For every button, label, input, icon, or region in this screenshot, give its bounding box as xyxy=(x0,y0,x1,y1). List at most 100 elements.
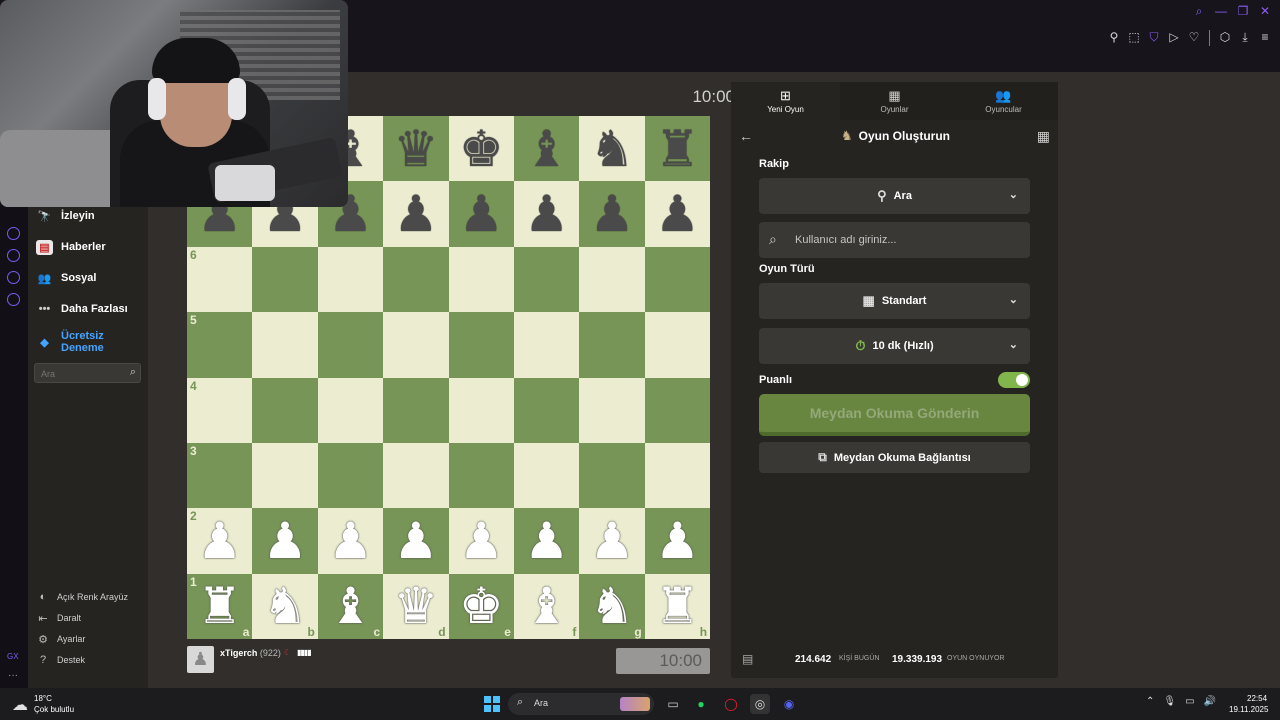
black-pawn-icon[interactable]: ♟ xyxy=(459,189,504,239)
board-square[interactable]: ♟ xyxy=(513,181,580,247)
discord-icon[interactable]: ◉ xyxy=(779,694,799,714)
white-bishop-icon[interactable]: ♝ xyxy=(328,581,373,631)
board-square[interactable] xyxy=(579,442,645,509)
black-rook-icon[interactable]: ♜ xyxy=(655,124,700,174)
board-square[interactable] xyxy=(513,442,580,509)
board-square[interactable]: ♚ e xyxy=(448,573,514,640)
black-pawn-icon[interactable]: ♟ xyxy=(590,189,635,239)
board-square[interactable]: 5 xyxy=(187,312,253,378)
pin-icon[interactable]: ⚲ xyxy=(1107,30,1121,46)
board-square[interactable] xyxy=(448,246,514,313)
board-square[interactable]: ♟ xyxy=(252,508,318,574)
board-square[interactable]: ♟ xyxy=(513,508,580,574)
white-knight-icon[interactable]: ♞ xyxy=(263,581,308,631)
game-type-select[interactable]: ▦ Standart ⌄ xyxy=(759,283,1030,319)
board-square[interactable] xyxy=(644,442,711,509)
board-square[interactable] xyxy=(383,442,449,509)
shield-icon[interactable]: ⛉ xyxy=(1147,30,1161,46)
weather-desc[interactable]: Çok bulutlu xyxy=(34,705,74,714)
microphone-icon[interactable]: 🎙 xyxy=(1163,696,1176,707)
opera-icon[interactable]: ◯ xyxy=(721,694,741,714)
white-pawn-icon[interactable]: ♟ xyxy=(263,516,308,566)
white-pawn-icon[interactable]: ♟ xyxy=(197,516,242,566)
board-square[interactable]: 6 xyxy=(187,246,253,313)
board-square[interactable]: ♜ xyxy=(644,116,711,182)
black-queen-icon[interactable]: ♛ xyxy=(393,124,438,174)
board-square[interactable] xyxy=(383,377,449,443)
board-settings-icon[interactable]: ▦ xyxy=(1037,128,1050,145)
nav-support[interactable]: ? Destek xyxy=(36,653,85,667)
file-explorer-icon[interactable]: ▭ xyxy=(663,694,683,714)
white-queen-icon[interactable]: ♛ xyxy=(393,581,438,631)
board-square[interactable] xyxy=(579,246,645,313)
avatar[interactable]: ♟ xyxy=(187,646,214,673)
tab-games[interactable]: ▦ Oyunlar xyxy=(840,82,949,120)
board-square[interactable]: ♚ xyxy=(448,116,514,182)
board-square[interactable] xyxy=(448,312,514,378)
board-square[interactable] xyxy=(317,442,384,509)
board-square[interactable]: ♟ xyxy=(644,181,711,247)
board-square[interactable] xyxy=(448,377,514,443)
white-rook-icon[interactable]: ♜ xyxy=(655,581,700,631)
black-pawn-icon[interactable]: ♟ xyxy=(393,189,438,239)
board-square[interactable]: ♟ xyxy=(383,508,449,574)
board-square[interactable] xyxy=(317,377,384,443)
sidebar-add-icon[interactable] xyxy=(7,227,20,240)
black-pawn-icon[interactable]: ♟ xyxy=(655,189,700,239)
clock-time[interactable]: 22:54 xyxy=(1247,694,1267,703)
black-knight-icon[interactable]: ♞ xyxy=(590,124,635,174)
username-input[interactable] xyxy=(795,230,1020,250)
extensions-icon[interactable] xyxy=(7,271,20,284)
board-square[interactable] xyxy=(317,312,384,378)
board-square[interactable]: 4 xyxy=(187,377,253,443)
white-bishop-icon[interactable]: ♝ xyxy=(524,581,569,631)
nav-light-theme[interactable]: ◐ Açık Renk Arayüz xyxy=(36,590,128,604)
white-pawn-icon[interactable]: ♟ xyxy=(459,516,504,566)
chevron-up-icon[interactable]: ⌃ xyxy=(1146,696,1154,707)
white-rook-icon[interactable]: ♜ xyxy=(197,581,242,631)
nav-item-free-trial[interactable]: ◆ Ücretsiz Deneme xyxy=(36,328,121,356)
board-square[interactable] xyxy=(579,377,645,443)
history-icon[interactable] xyxy=(7,249,20,262)
board-square[interactable]: ♟ xyxy=(448,508,514,574)
start-button[interactable] xyxy=(484,696,500,712)
clock-date[interactable]: 19.11.2025 xyxy=(1229,705,1268,714)
player-name[interactable]: xTigerch (922) xyxy=(220,648,281,658)
search-icon[interactable]: ⌕ xyxy=(1192,4,1206,19)
board-square[interactable]: ♞ xyxy=(579,116,645,182)
board-square[interactable] xyxy=(644,312,711,378)
board-square[interactable] xyxy=(513,246,580,313)
display-icon[interactable]: ▭ xyxy=(1185,696,1194,707)
board-square[interactable] xyxy=(644,246,711,313)
rated-toggle[interactable] xyxy=(998,372,1030,388)
nav-item-news[interactable]: ▤ Haberler xyxy=(36,236,106,258)
white-king-icon[interactable]: ♚ xyxy=(459,581,504,631)
white-pawn-icon[interactable]: ♟ xyxy=(524,516,569,566)
more-icon[interactable]: ··· xyxy=(8,670,18,681)
white-pawn-icon[interactable]: ♟ xyxy=(590,516,635,566)
nav-item-watch[interactable]: 🔭 İzleyin xyxy=(36,205,95,227)
nav-item-social[interactable]: 👥 Sosyal xyxy=(36,267,97,289)
board-square[interactable] xyxy=(317,246,384,313)
send-challenge-button[interactable]: Meydan Okuma Gönderin xyxy=(759,394,1030,436)
settings-icon[interactable] xyxy=(7,293,20,306)
board-square[interactable]: ♟ 2 xyxy=(187,508,253,574)
weather-icon[interactable]: ☁ xyxy=(12,695,28,715)
taskbar-search[interactable]: ⌕ Ara xyxy=(508,693,654,715)
board-square[interactable]: ♞ b xyxy=(252,573,318,640)
weather-temp[interactable]: 18°C xyxy=(34,694,52,703)
black-bishop-icon[interactable]: ♝ xyxy=(524,124,569,174)
board-square[interactable]: ♟ xyxy=(579,508,645,574)
time-control-select[interactable]: ⏱ 10 dk (Hızlı) ⌄ xyxy=(759,328,1030,364)
white-knight-icon[interactable]: ♞ xyxy=(590,581,635,631)
search-icon[interactable]: ⌕ xyxy=(130,366,136,379)
board-square[interactable] xyxy=(644,377,711,443)
board-square[interactable] xyxy=(252,442,318,509)
board-square[interactable] xyxy=(252,377,318,443)
opera-gx-icon[interactable]: ◎ xyxy=(750,694,770,714)
restore-icon[interactable]: ❐ xyxy=(1236,4,1250,19)
opponent-select[interactable]: ⚲ Ara ⌄ xyxy=(759,178,1030,214)
board-square[interactable]: ♝ xyxy=(513,116,580,182)
back-arrow-icon[interactable]: ← xyxy=(739,128,753,144)
black-king-icon[interactable]: ♚ xyxy=(459,124,504,174)
